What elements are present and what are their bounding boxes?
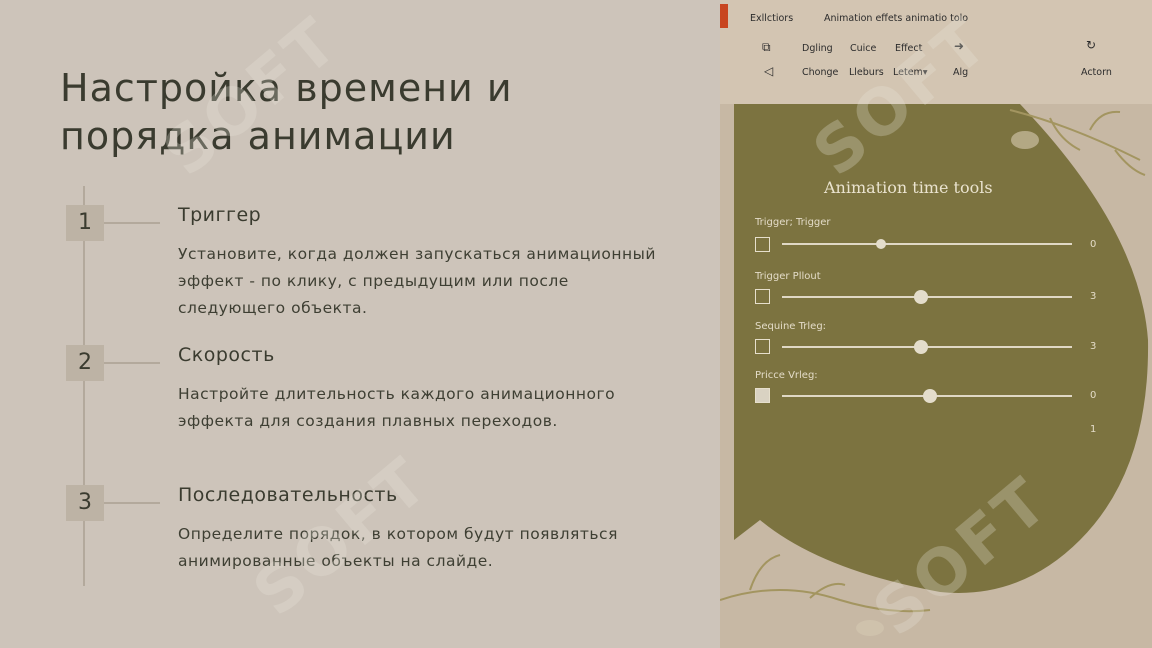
- row-value: 0: [1090, 239, 1097, 250]
- step-description: Настройте длительность каждого анимацион…: [178, 385, 616, 430]
- row-checkbox[interactable]: [755, 237, 770, 252]
- slide-title: Настройка времени и порядка анимации: [60, 66, 513, 158]
- step-title: Триггер: [178, 204, 262, 226]
- row-value: 3: [1090, 341, 1097, 352]
- step-connector: [104, 222, 160, 224]
- timeline-line: [83, 186, 85, 586]
- step-connector: [104, 362, 160, 364]
- slider-thumb[interactable]: [922, 389, 937, 403]
- app-screenshot: Exllctiors Animation effets animatio tol…: [720, 0, 1152, 648]
- row-checkbox[interactable]: [755, 339, 770, 354]
- footer-value: 1: [1090, 424, 1097, 435]
- slider-track[interactable]: [782, 243, 1072, 245]
- row-label: Trigger Pllout: [755, 271, 821, 282]
- row-checkbox[interactable]: [755, 388, 770, 403]
- step-number: 2: [66, 345, 104, 381]
- step-number: 3: [66, 485, 104, 521]
- row-checkbox[interactable]: [755, 289, 770, 304]
- step-description: Установите, когда должен запускаться ани…: [178, 245, 656, 317]
- row-value: 3: [1090, 291, 1097, 302]
- row-label: Sequine Trleg:: [755, 321, 827, 332]
- slide-text-area: Настройка времени и порядка анимации 1 Т…: [0, 0, 720, 648]
- step-title: Последовательность: [178, 484, 398, 506]
- step-number: 1: [66, 205, 104, 241]
- panel-title: Animation time tools: [824, 178, 993, 197]
- step-description: Определите порядок, в котором будут появ…: [178, 525, 618, 570]
- row-label: Pricce Vrleg:: [755, 370, 818, 381]
- step-connector: [104, 502, 160, 504]
- row-value: 0: [1090, 390, 1097, 401]
- step-title: Скорость: [178, 344, 275, 366]
- slider-thumb[interactable]: [875, 239, 886, 249]
- row-label: Trigger; Trigger: [755, 217, 831, 228]
